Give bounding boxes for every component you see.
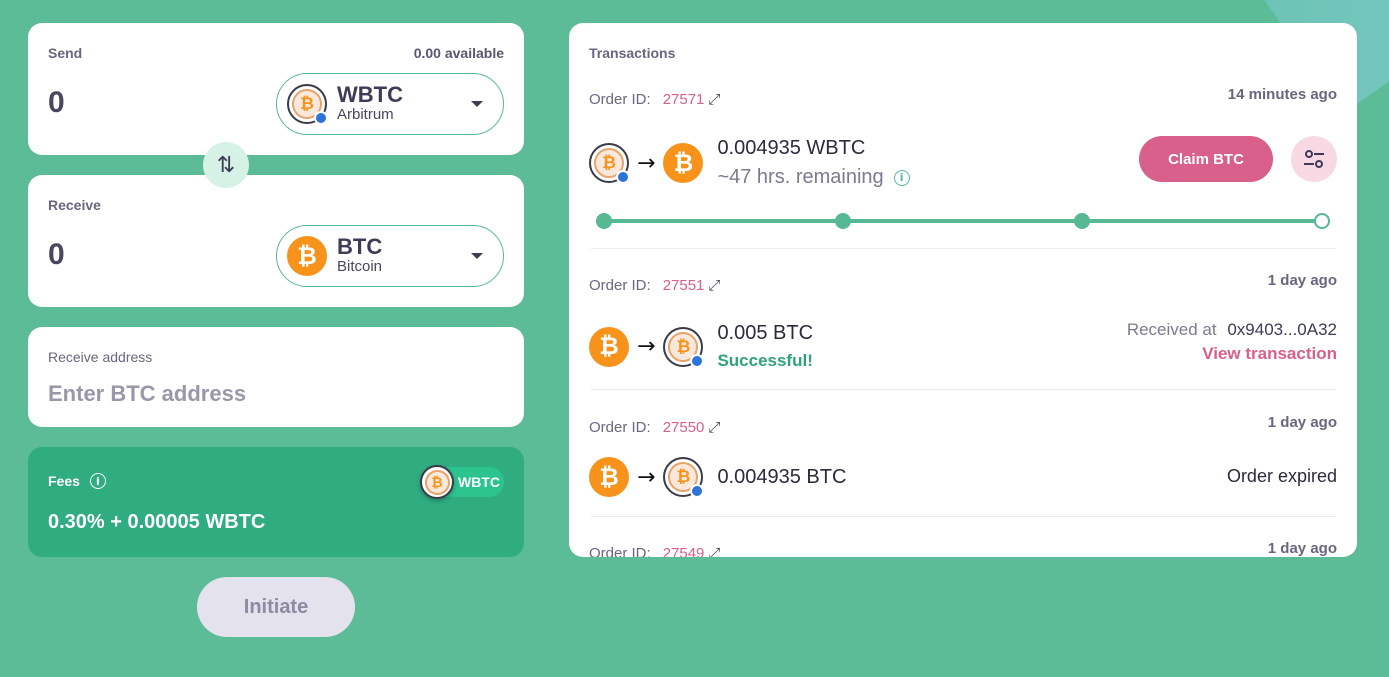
transactions-card: Transactions Order ID: 27571 ⤢ 14 minutes …: [569, 23, 1357, 557]
swap-pair: ₿ → ₿ 0.005 BTC Successful!: [589, 322, 813, 371]
arrow-right-icon: →: [637, 150, 656, 176]
time-remaining: ~47 hrs. remaining: [717, 166, 884, 188]
order-id: Order ID: 27571 ⤢: [589, 90, 720, 108]
external-link-icon[interactable]: ⤢: [708, 544, 720, 557]
external-link-icon[interactable]: ⤢: [708, 90, 720, 108]
receive-asset-select[interactable]: ₿ BTC Bitcoin: [276, 225, 504, 287]
receive-address-card: Receive address Enter BTC address: [28, 327, 524, 427]
receive-card: Receive 0 ₿ BTC Bitcoin: [28, 175, 524, 307]
send-label: Send: [48, 45, 83, 61]
swap-pair: ₿ → ₿ 0.004935 BTC: [589, 457, 847, 498]
wbtc-icon: ₿: [589, 143, 630, 184]
swap-pair: ₿ → ₿ 0.004935 WBTC ~47 hrs. remaining i: [589, 137, 910, 189]
receive-label: Receive: [48, 197, 101, 213]
order-time: 1 day ago: [1267, 272, 1337, 289]
swap-direction-button[interactable]: ⇅: [203, 142, 249, 188]
divider: [591, 248, 1336, 249]
fees-label: Fees: [48, 473, 80, 489]
view-transaction-link[interactable]: View transaction: [1127, 344, 1337, 364]
order-id: Order ID: 27549 ⤢: [589, 544, 720, 557]
order-item: Order ID: 27550 ⤢ 1 day ago ₿ → ₿ 0.004935…: [589, 414, 1337, 528]
order-id-label: Order ID:: [589, 91, 651, 108]
fees-panel: Fees i 0.30% + 0.00005 WBTC ₿ WBTC: [28, 447, 524, 557]
divider: [591, 389, 1336, 390]
send-asset-symbol: WBTC: [337, 82, 403, 107]
progress-step: [596, 213, 612, 229]
order-item: Order ID: 27551 ⤢ 1 day ago ₿ → ₿ 0.005 BT…: [589, 272, 1337, 396]
fees-value: 0.30% + 0.00005 WBTC: [48, 511, 266, 533]
btc-icon: ₿: [287, 236, 327, 276]
progress-step: [1314, 213, 1330, 229]
initiate-button[interactable]: Initiate: [197, 577, 355, 637]
chevron-down-icon: [471, 253, 483, 259]
fee-asset-pill: ₿ WBTC: [420, 465, 504, 499]
wbtc-icon: ₿: [287, 84, 328, 125]
send-asset-chain: Arbitrum: [337, 106, 394, 123]
btc-address-input[interactable]: Enter BTC address: [48, 381, 246, 407]
btc-icon: ₿: [589, 326, 629, 367]
progress-step: [835, 213, 851, 229]
send-asset-select[interactable]: ₿ WBTC Arbitrum: [276, 73, 504, 135]
order-id-label: Order ID:: [589, 277, 651, 294]
order-time: 1 day ago: [1267, 540, 1337, 557]
fee-asset-label: WBTC: [458, 474, 500, 490]
receive-amount: 0: [48, 238, 65, 271]
btc-icon: ₿: [663, 143, 704, 183]
external-link-icon[interactable]: ⤢: [708, 418, 720, 436]
received-address: 0x9403...0A32: [1227, 320, 1337, 339]
wbtc-icon: ₿: [663, 326, 705, 368]
progress-step: [1074, 213, 1090, 229]
transactions-title: Transactions: [589, 45, 676, 61]
info-icon[interactable]: i: [893, 169, 910, 186]
receive-address-label: Receive address: [48, 349, 153, 365]
receive-asset-chain: Bitcoin: [337, 258, 383, 275]
order-id-value[interactable]: 27550: [663, 419, 705, 436]
send-amount-input[interactable]: 0: [48, 86, 65, 120]
divider: [591, 516, 1336, 517]
order-id-value[interactable]: 27549: [663, 545, 705, 557]
order-item: Order ID: 27549 ⤢ 1 day ago: [589, 540, 1337, 557]
receive-asset-symbol: BTC: [337, 234, 383, 259]
btc-icon: ₿: [589, 457, 629, 497]
order-item: Order ID: 27571 ⤢ 14 minutes ago ₿ → ₿ 0.0…: [589, 86, 1337, 250]
external-link-icon[interactable]: ⤢: [708, 276, 720, 294]
order-amount: 0.004935 WBTC: [717, 137, 866, 159]
claim-btc-button[interactable]: Claim BTC: [1139, 136, 1273, 182]
order-id: Order ID: 27551 ⤢: [589, 276, 720, 294]
order-status: Order expired: [1226, 466, 1337, 486]
chevron-down-icon: [471, 101, 483, 107]
available-balance: 0.00 available: [413, 45, 504, 61]
settings-sliders-button[interactable]: [1291, 136, 1337, 182]
order-id-label: Order ID:: [589, 419, 651, 436]
order-amount: 0.005 BTC: [717, 322, 814, 344]
wbtc-icon: ₿: [663, 457, 705, 498]
info-icon[interactable]: i: [89, 473, 106, 489]
wbtc-icon: ₿: [420, 465, 454, 499]
order-time: 14 minutes ago: [1227, 86, 1337, 103]
sliders-icon: [1304, 150, 1324, 168]
order-progress-bar: [596, 213, 1330, 229]
order-status: Successful!: [717, 351, 813, 370]
order-id-value[interactable]: 27571: [663, 91, 705, 108]
order-id-value[interactable]: 27551: [663, 277, 705, 294]
swap-arrows-icon: ⇅: [216, 152, 236, 178]
received-at-label: Received at: [1126, 320, 1217, 339]
arrow-right-icon: →: [637, 464, 656, 490]
arrow-right-icon: →: [637, 334, 656, 359]
order-time: 1 day ago: [1267, 414, 1337, 431]
order-id: Order ID: 27550 ⤢: [589, 418, 720, 436]
order-id-label: Order ID:: [589, 545, 651, 557]
order-amount: 0.004935 BTC: [717, 465, 847, 488]
send-card: Send 0.00 available 0 ₿ WBTC Arbitrum: [28, 23, 524, 155]
